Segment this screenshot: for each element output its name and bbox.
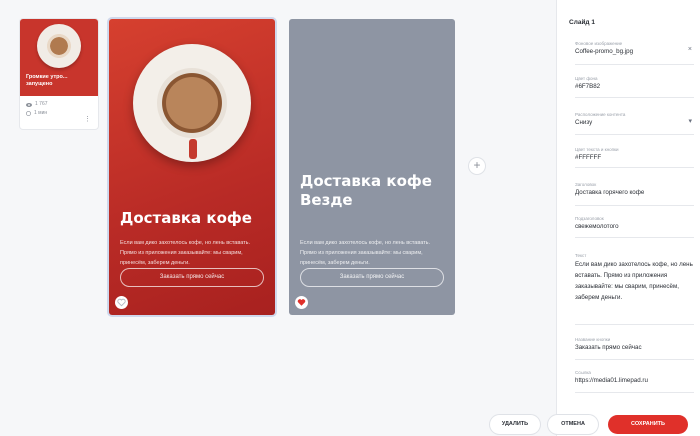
slide-title: Доставка кофе Везде xyxy=(300,172,432,209)
slide-text: Если вам дико захотелось кофе, но лень в… xyxy=(120,240,251,266)
heart-outline-icon[interactable] xyxy=(115,296,128,309)
slide-cta-button[interactable]: Заказать прямо сейчас xyxy=(300,268,444,287)
slide-cta-button[interactable]: Заказать прямо сейчас xyxy=(120,268,264,287)
title-field[interactable]: Заголовок Доставка горячего кофе xyxy=(575,181,694,206)
thumbnail-title: Громкие утро... запущено xyxy=(26,74,68,87)
panel-title: Слайд 1 xyxy=(569,19,595,26)
background-image-field[interactable]: Фоновое изображение Coffee-promo_bg.jpg … xyxy=(575,40,694,65)
content-position-select[interactable]: Расположение контента Снизу ▾ xyxy=(575,111,694,135)
heart-filled-icon[interactable] xyxy=(295,296,308,309)
slide-text: Если вам дико захотелось кофе, но лень в… xyxy=(300,240,431,266)
clock-icon xyxy=(26,111,31,116)
duration: 1 мин xyxy=(34,110,48,116)
cancel-button[interactable]: ОТМЕНА xyxy=(548,415,598,434)
delete-button[interactable]: УДАЛИТЬ xyxy=(490,415,540,434)
slide-settings-panel: Слайд 1 Фоновое изображение Coffee-promo… xyxy=(556,0,700,436)
more-vertical-icon[interactable]: ⋮ xyxy=(84,115,91,123)
coffee-cup-image xyxy=(37,24,81,68)
coffee-cup-image xyxy=(133,44,251,162)
slide-card-1[interactable]: Доставка кофе Если вам дико захотелось к… xyxy=(109,19,275,315)
chevron-down-icon[interactable]: ▾ xyxy=(688,117,692,125)
eye-icon xyxy=(26,102,32,107)
story-thumbnail-card[interactable]: Громкие утро... запущено 1 767 1 мин ⋮ xyxy=(20,19,98,129)
button-name-field[interactable]: Название кнопки Заказать прямо сейчас xyxy=(575,336,694,360)
clear-icon[interactable]: × xyxy=(688,46,692,53)
slide-title: Доставка кофе xyxy=(120,209,252,227)
views-count: 1 767 xyxy=(35,101,48,107)
text-color-field[interactable]: Цвет текста и кнопки #FFFFFF xyxy=(575,146,694,168)
thumbnail-cover: Громкие утро... запущено xyxy=(20,19,98,96)
add-slide-button[interactable]: + xyxy=(469,158,485,174)
slide-card-2[interactable]: Доставка кофе Везде Если вам дико захоте… xyxy=(289,19,455,315)
save-button[interactable]: СОХРАНИТЬ xyxy=(608,415,688,434)
background-color-field[interactable]: Цвет фона #6F7B82 xyxy=(575,75,694,98)
link-field[interactable]: Ссылка https://media01.limepad.ru xyxy=(575,369,694,393)
subtitle-field[interactable]: Подзаголовок свежемолотого xyxy=(575,215,694,238)
text-field[interactable]: Текст Если вам дико захотелось кофе, но … xyxy=(575,252,694,325)
